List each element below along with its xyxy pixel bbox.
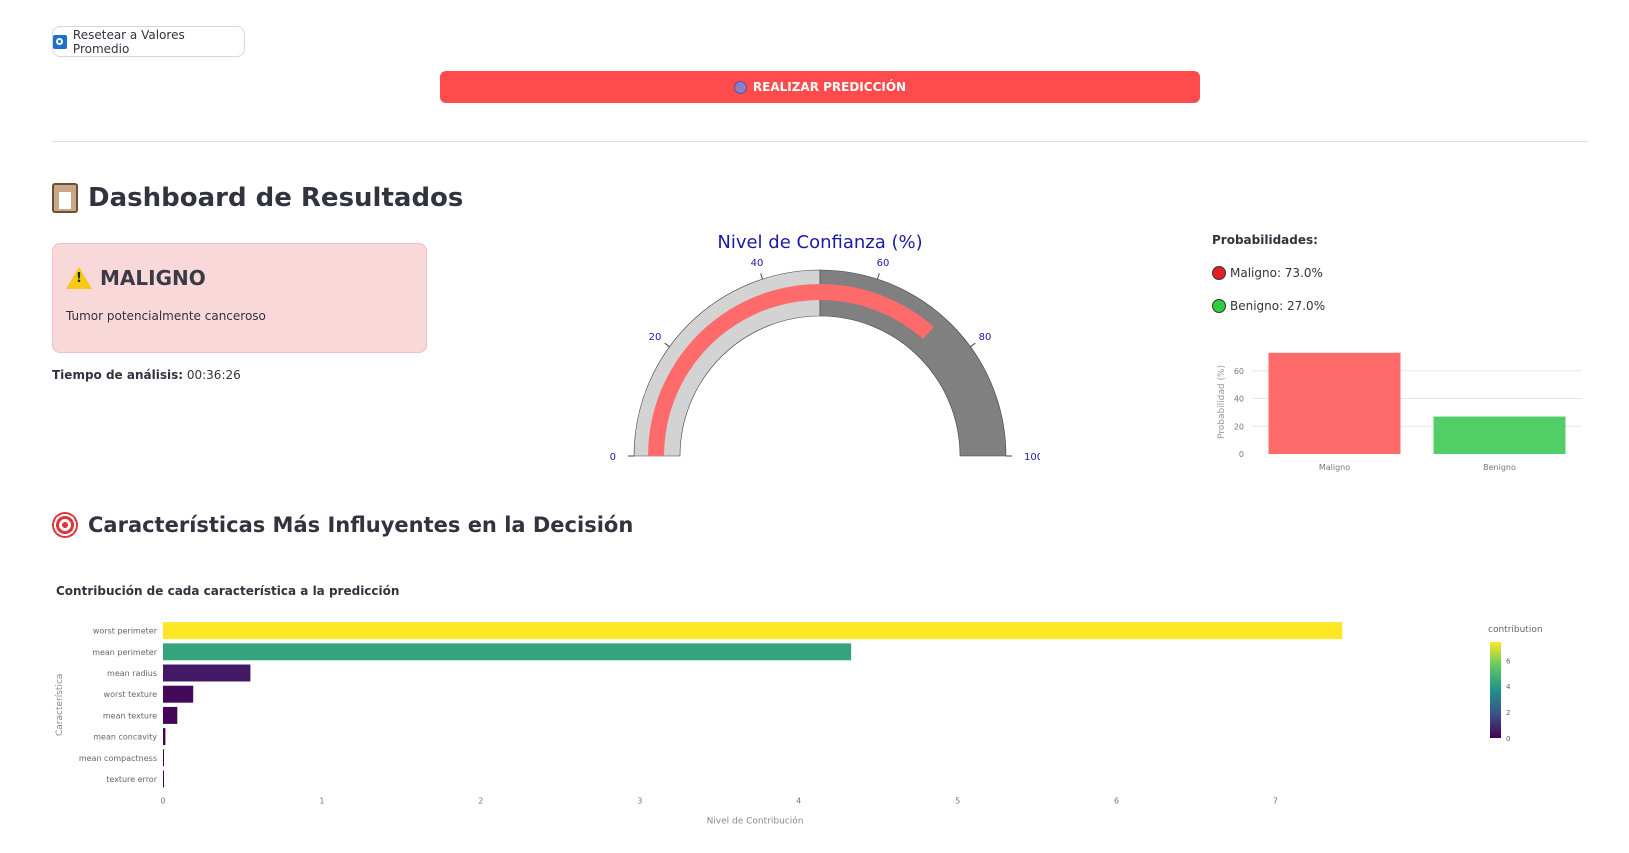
- feature-xlabel: Nivel de Contribución: [707, 816, 804, 827]
- result-label: MALIGNO: [66, 266, 206, 290]
- prob-bar-benigno: [1433, 416, 1566, 454]
- prob-ytick-label: 0: [1239, 450, 1244, 459]
- colorbar: [1490, 642, 1501, 738]
- gauge-title: Nivel de Confianza (%): [717, 232, 922, 253]
- feature-xtick-label: 7: [1273, 797, 1278, 806]
- analysis-time: Tiempo de análisis: 00:36:26: [52, 368, 241, 382]
- feature-bar-worst-texture: [163, 685, 194, 703]
- feature-label: mean concavity: [93, 733, 157, 742]
- gauge-tick: [664, 342, 670, 348]
- feature-xtick-label: 2: [478, 797, 483, 806]
- prob-maligno-text: Maligno: 73.0%: [1230, 266, 1323, 280]
- feature-label: mean texture: [103, 711, 157, 720]
- colorbar-tick-label: 0: [1506, 735, 1510, 743]
- feature-bar-worst-perimeter: [163, 622, 1343, 640]
- gauge-tick-label: 80: [979, 332, 992, 343]
- predict-button-label: REALIZAR PREDICCIÓN: [752, 80, 907, 94]
- reset-defaults-button[interactable]: Resetear a Valores Promedio: [52, 26, 245, 57]
- colorbar-title: contribution: [1488, 625, 1543, 635]
- confidence-gauge: Nivel de Confianza (%) 0 20 40 60 80 100: [610, 232, 1040, 463]
- gauge-tick-label: 60: [877, 258, 890, 269]
- feature-label: mean compactness: [79, 754, 157, 763]
- dashboard-title-text: Dashboard de Resultados: [88, 183, 464, 213]
- feature-xtick-label: 3: [637, 797, 642, 806]
- analysis-time-label: Tiempo de análisis:: [52, 368, 184, 382]
- feature-bar-mean-texture: [163, 706, 178, 724]
- target-icon: [52, 512, 78, 538]
- feature-bar-mean-perimeter: [163, 643, 852, 661]
- green-circle-icon: [1212, 299, 1226, 313]
- feature-bar-mean-compactness: [163, 749, 164, 767]
- gauge-tick-label: 100: [1024, 452, 1040, 463]
- gauge-tick-label: 20: [649, 332, 662, 343]
- feature-bar-texture-error: [163, 770, 164, 788]
- gauge-tick-label: 40: [751, 258, 764, 269]
- colorbar-tick-label: 2: [1506, 709, 1510, 717]
- dashboard-title: Dashboard de Resultados: [52, 183, 463, 213]
- prob-ytick-label: 40: [1234, 395, 1244, 404]
- analysis-time-value: 00:36:26: [186, 368, 241, 382]
- probabilities-title: Probabilidades:: [1212, 233, 1318, 247]
- feature-label: worst perimeter: [93, 627, 158, 636]
- features-title-text: Características Más Influyentes en la De…: [88, 513, 634, 537]
- gauge-tick: [760, 273, 763, 280]
- feature-xtick-label: 5: [955, 797, 960, 806]
- prob-benigno-text: Benigno: 27.0%: [1230, 299, 1326, 313]
- feature-ylabel: Característica: [55, 674, 65, 736]
- feature-xtick-label: 0: [160, 797, 165, 806]
- gauge-tick: [877, 273, 880, 280]
- colorbar-tick-label: 4: [1506, 683, 1511, 691]
- reset-icon: [53, 34, 67, 49]
- gauge-tick: [970, 342, 976, 348]
- result-description: Tumor potencialmente canceroso: [66, 309, 266, 323]
- feature-xtick-label: 6: [1114, 797, 1119, 806]
- probability-bar-chart: 0 20 40 60 Maligno Benigno Probabilidad (%): [1217, 352, 1582, 472]
- predict-button[interactable]: REALIZAR PREDICCIÓN: [440, 71, 1200, 103]
- colorbar-tick-label: 6: [1506, 657, 1511, 665]
- features-title: Características Más Influyentes en la De…: [52, 512, 633, 538]
- prob-bar-maligno: [1268, 352, 1401, 454]
- divider: [52, 141, 1588, 142]
- prob-xtick-label: Maligno: [1319, 463, 1350, 472]
- feature-contribution-chart: worst perimeter mean perimeter mean radius…: [55, 622, 1543, 827]
- clipboard-icon: [52, 183, 78, 213]
- feature-xtick-label: 4: [796, 797, 801, 806]
- prob-item-maligno: Maligno: 73.0%: [1212, 266, 1323, 280]
- gauge-tick-label: 0: [610, 452, 616, 463]
- warning-icon: [66, 267, 92, 289]
- feature-label: mean perimeter: [92, 648, 158, 657]
- brain-icon: [733, 80, 747, 94]
- feature-xtick-label: 1: [319, 797, 324, 806]
- feature-label: worst texture: [104, 690, 158, 699]
- prob-ytick-label: 60: [1234, 367, 1244, 376]
- reset-button-label: Resetear a Valores Promedio: [72, 27, 185, 56]
- prob-ylabel: Probabilidad (%): [1217, 365, 1227, 439]
- feature-label: texture error: [106, 775, 158, 784]
- red-circle-icon: [1212, 266, 1226, 280]
- feature-bar-mean-radius: [163, 664, 251, 682]
- feature-bar-mean-concavity: [163, 728, 166, 746]
- feature-label: mean radius: [107, 669, 157, 678]
- prob-ytick-label: 20: [1234, 422, 1244, 431]
- result-label-text: MALIGNO: [100, 266, 206, 290]
- prob-item-benigno: Benigno: 27.0%: [1212, 299, 1325, 313]
- feature-chart-title: Contribución de cada característica a la…: [56, 584, 400, 598]
- prob-xtick-label: Benigno: [1483, 463, 1516, 472]
- result-box: [52, 243, 427, 353]
